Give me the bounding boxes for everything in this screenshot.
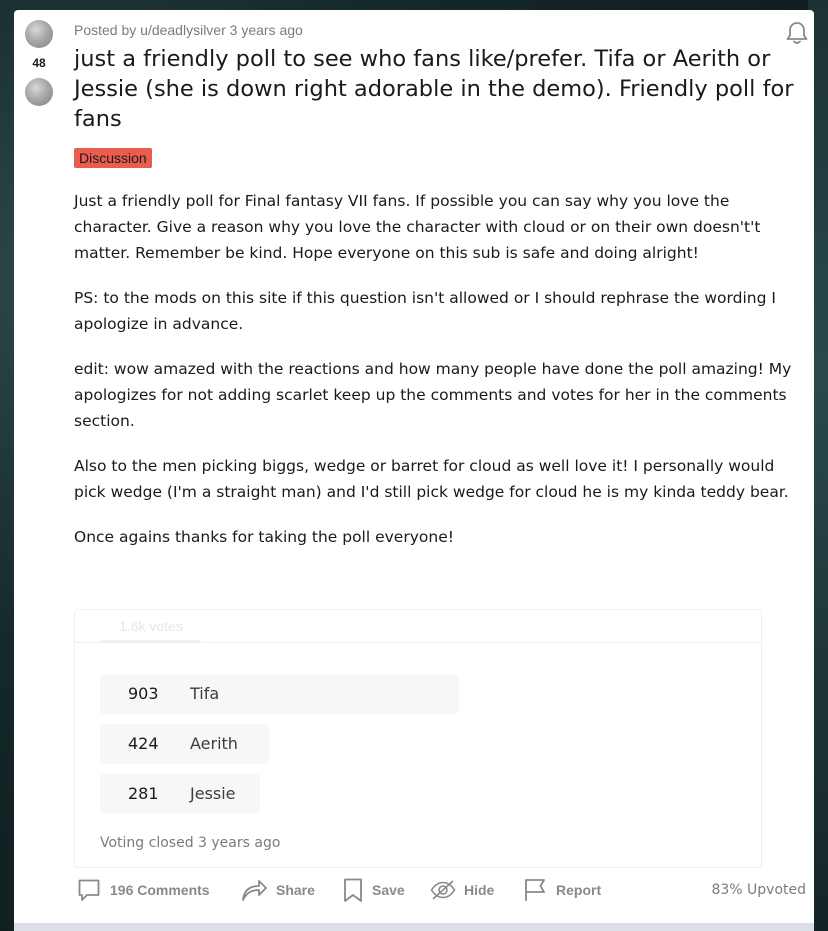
poll-option: 281 Jessie <box>100 774 260 814</box>
post-actions: 196 Comments Share Save Hide Report 83% … <box>76 872 806 908</box>
poll-header: 1.6k votes <box>75 610 761 643</box>
poll-option-label: Jessie <box>190 784 236 803</box>
post-content: Posted by u/deadlysilver 3 years ago jus… <box>74 10 804 569</box>
post-paragraph: edit: wow amazed with the reactions and … <box>74 360 792 430</box>
vote-column: 48 <box>14 20 64 106</box>
share-icon <box>242 880 267 901</box>
upvote-icon[interactable] <box>25 20 53 48</box>
post-paragraph: Once agains thanks for taking the poll e… <box>74 528 454 546</box>
downvote-icon[interactable] <box>25 78 53 106</box>
post-paragraph: Just a friendly poll for Final fantasy V… <box>74 192 761 262</box>
save-label: Save <box>372 882 405 898</box>
report-icon <box>525 879 545 901</box>
save-button[interactable]: Save <box>342 872 405 908</box>
comment-icon <box>78 879 100 901</box>
comments-label: 196 Comments <box>110 882 210 898</box>
post-meta[interactable]: Posted by u/deadlysilver 3 years ago <box>74 22 804 38</box>
post-card: 48 Posted by u/deadlysilver 3 years ago … <box>14 10 814 931</box>
poll-option-count: 424 <box>128 734 159 753</box>
poll-widget: 1.6k votes 903 Tifa 424 Aerith 281 Jessi… <box>74 609 762 868</box>
poll-option: 424 Aerith <box>100 724 269 764</box>
poll-option: 903 Tifa <box>100 674 459 714</box>
post-paragraph: Also to the men picking biggs, wedge or … <box>74 457 789 501</box>
report-label: Report <box>556 882 602 898</box>
hide-icon <box>430 880 456 900</box>
post-body: Just a friendly poll for Final fantasy V… <box>74 188 798 550</box>
bottom-divider <box>14 923 814 931</box>
post-score: 48 <box>32 56 46 70</box>
share-label: Share <box>276 882 315 898</box>
share-button[interactable]: Share <box>240 872 315 908</box>
report-button[interactable]: Report <box>522 872 601 908</box>
poll-status: Voting closed 3 years ago <box>100 835 281 851</box>
bell-icon[interactable] <box>784 20 810 46</box>
post-flair[interactable]: Discussion <box>74 148 152 168</box>
hide-button[interactable]: Hide <box>430 872 494 908</box>
post-paragraph: PS: to the mods on this site if this que… <box>74 289 776 333</box>
post-title[interactable]: just a friendly poll to see who fans lik… <box>74 44 794 134</box>
poll-option-count: 281 <box>128 784 159 803</box>
poll-option-label: Aerith <box>190 734 238 753</box>
save-icon <box>344 878 362 902</box>
comments-button[interactable]: 196 Comments <box>76 872 210 908</box>
poll-total-votes: 1.6k votes <box>101 617 201 642</box>
poll-option-label: Tifa <box>190 684 220 703</box>
poll-option-count: 903 <box>128 684 159 703</box>
hide-label: Hide <box>464 882 495 898</box>
upvote-ratio: 83% Upvoted <box>711 882 806 898</box>
